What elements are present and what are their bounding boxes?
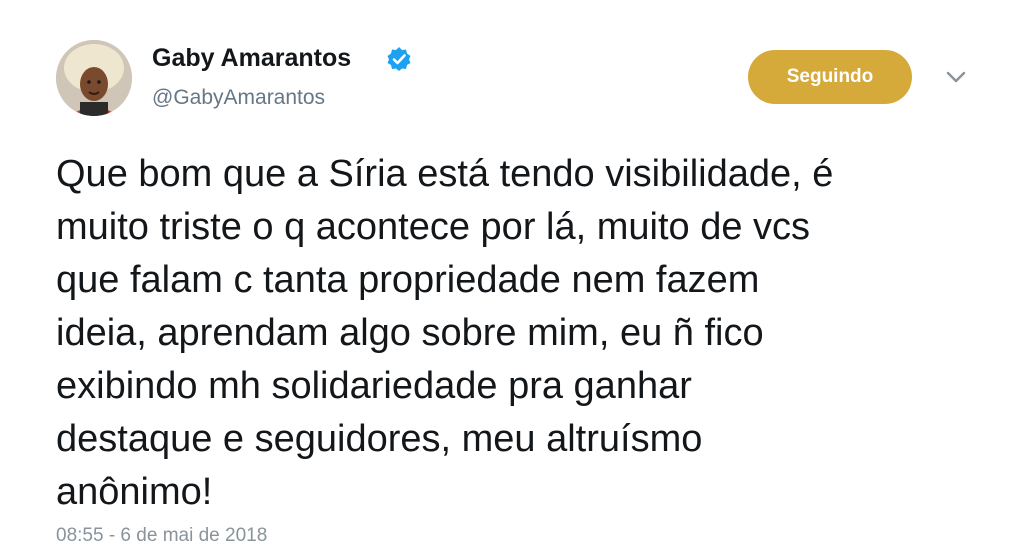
tweet-text-line: que falam c tanta propriedade nem fazem <box>56 259 760 301</box>
tweet-card: Gaby Amarantos @GabyAmarantos Seguindo Q… <box>0 0 1024 556</box>
display-name[interactable]: Gaby Amarantos <box>152 42 351 74</box>
tweet-text-line: anônimo! <box>56 471 213 513</box>
avatar-image <box>56 40 132 116</box>
tweet-text-line: exibindo mh solidariedade pra ganhar <box>56 365 692 407</box>
tweet-timestamp[interactable]: 08:55 - 6 de mai de 2018 <box>56 524 267 548</box>
user-handle[interactable]: @GabyAmarantos <box>152 84 325 112</box>
tweet-text-line: Que bom que a Síria está tendo visibilid… <box>56 153 834 195</box>
verified-badge-icon <box>386 46 412 72</box>
avatar[interactable] <box>56 40 132 116</box>
tweet-text: Que bom que a Síria está tendo visibilid… <box>56 148 996 519</box>
tweet-text-line: destaque e seguidores, meu altruísmo <box>56 418 703 460</box>
tweet-text-line: muito triste o q acontece por lá, muito … <box>56 206 811 248</box>
chevron-down-icon[interactable] <box>944 68 968 86</box>
tweet-text-line: ideia, aprendam algo sobre mim, eu ñ fic… <box>56 312 764 354</box>
following-button[interactable]: Seguindo <box>748 50 912 104</box>
